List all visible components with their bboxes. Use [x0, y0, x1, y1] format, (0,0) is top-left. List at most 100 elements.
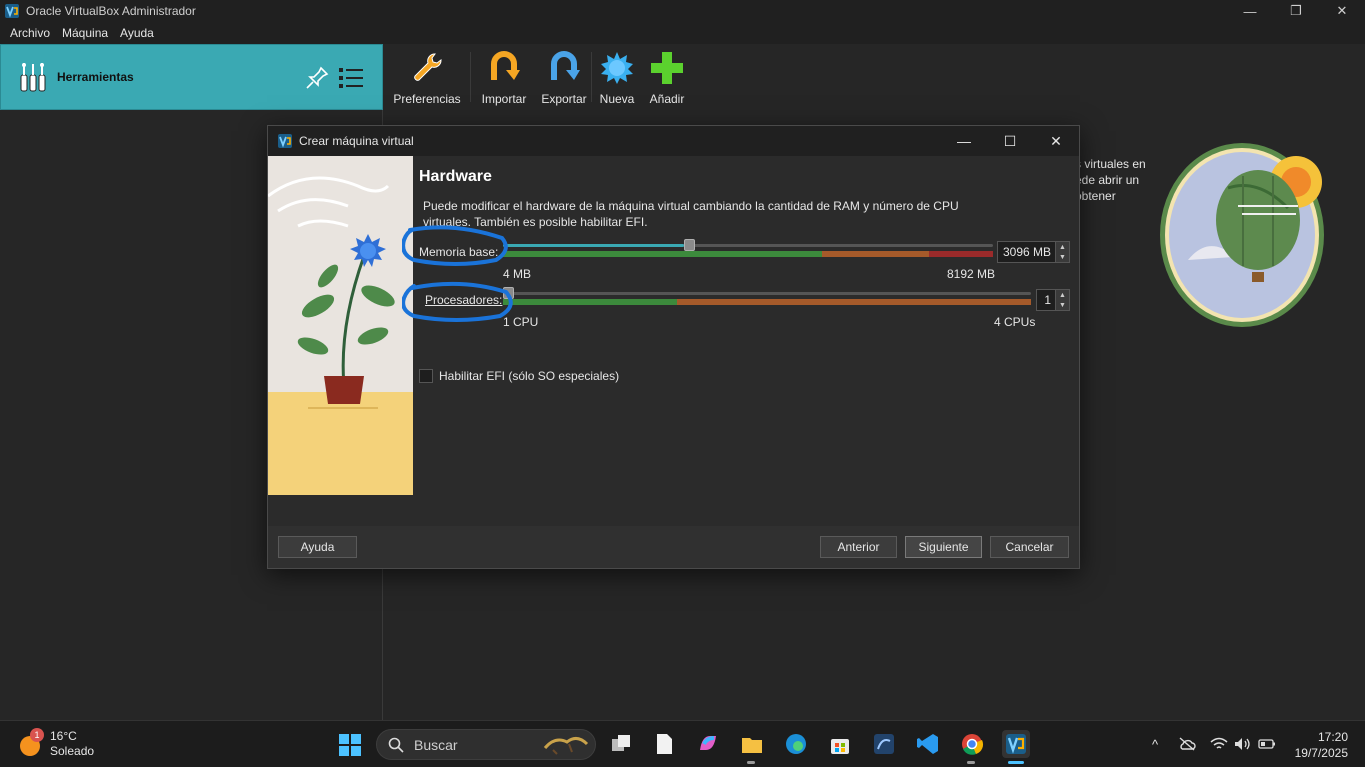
clock-time: 17:20 — [1317, 730, 1348, 744]
memory-slider-fill — [503, 244, 684, 247]
file-explorer-app[interactable] — [738, 730, 766, 758]
onedrive-offline-icon[interactable] — [1177, 734, 1197, 754]
menu-maquina[interactable]: Máquina — [56, 26, 114, 40]
minimize-button[interactable]: — — [1227, 0, 1273, 22]
memory-spin-down[interactable]: ▼ — [1056, 252, 1069, 262]
pin-icon[interactable] — [303, 64, 331, 92]
vscode-app[interactable] — [914, 730, 942, 758]
add-button[interactable]: Añadir — [642, 44, 692, 110]
copilot-icon — [700, 736, 716, 750]
preferences-label: Preferencias — [393, 92, 461, 106]
copilot-app[interactable] — [694, 730, 722, 758]
add-label: Añadir — [649, 92, 685, 106]
edge-icon — [786, 734, 806, 754]
new-star-icon — [601, 52, 633, 84]
efi-checkbox[interactable] — [419, 369, 433, 383]
create-vm-dialog: Crear máquina virtual — ☐ ✕ Hardware Pue… — [267, 125, 1080, 569]
close-button[interactable]: ✕ — [1319, 0, 1365, 22]
taskbar-search[interactable]: Buscar — [376, 729, 596, 760]
export-button[interactable]: Exportar — [537, 44, 591, 110]
virtualbox-icon — [1006, 734, 1026, 754]
new-label: Nueva — [599, 92, 635, 106]
weather-temp: 16°C — [50, 729, 77, 743]
processors-slider-track — [503, 292, 1031, 295]
volume-icon[interactable] — [1233, 734, 1253, 754]
memory-range-red — [929, 251, 993, 257]
tools-icon — [20, 63, 46, 92]
back-button[interactable]: Anterior — [820, 536, 897, 558]
taskbar: 1 16°C Soleado Buscar ^ 17:20 19/7/2025 — [0, 720, 1365, 767]
memory-slider[interactable] — [503, 238, 993, 258]
edge-app[interactable] — [782, 730, 810, 758]
cancel-button[interactable]: Cancelar — [990, 536, 1069, 558]
menu-archivo[interactable]: Archivo — [4, 26, 56, 40]
windows-start-icon[interactable] — [338, 733, 362, 757]
weather-badge: 1 — [30, 728, 44, 742]
dialog-maximize-button[interactable]: ☐ — [987, 126, 1033, 156]
folder-icon — [742, 738, 762, 753]
efi-checkbox-row[interactable]: Habilitar EFI (sólo SO especiales) — [419, 369, 619, 383]
processors-spin-down[interactable]: ▼ — [1056, 300, 1069, 310]
notepad-app[interactable] — [650, 730, 678, 758]
welcome-line: ede abrir un — [1075, 173, 1140, 187]
file-icon — [657, 734, 672, 754]
search-icon — [388, 737, 404, 753]
memory-slider-handle[interactable] — [683, 239, 695, 251]
store-icon — [831, 739, 849, 754]
virtualbox-icon — [278, 134, 292, 148]
new-button[interactable]: Nueva — [592, 44, 642, 110]
help-button[interactable]: Ayuda — [278, 536, 357, 558]
battery-icon[interactable] — [1257, 734, 1277, 754]
import-label: Importar — [481, 92, 527, 106]
processors-slider[interactable] — [503, 286, 1031, 306]
running-indicator — [747, 761, 755, 764]
task-view-icon — [612, 735, 630, 751]
processors-range-green — [503, 299, 678, 305]
memory-spin-arrows[interactable]: ▲ ▼ — [1055, 242, 1069, 262]
store-app[interactable] — [826, 730, 854, 758]
tools-item[interactable]: Herramientas — [0, 44, 383, 110]
chrome-icon — [962, 734, 984, 755]
active-indicator — [1008, 761, 1024, 764]
main-toolbar: Preferencias Importar Exportar Nueva Aña… — [384, 44, 692, 110]
processors-range-bar — [503, 299, 1031, 305]
processors-spinbox[interactable]: 1 ▲ ▼ — [1036, 289, 1070, 311]
task-view-button[interactable] — [607, 730, 635, 758]
processors-spin-arrows[interactable]: ▲ ▼ — [1055, 290, 1069, 310]
import-button[interactable]: Importar — [471, 44, 537, 110]
processors-spin-up[interactable]: ▲ — [1056, 290, 1069, 300]
clock-date: 19/7/2025 — [1294, 746, 1348, 760]
search-placeholder: Buscar — [414, 736, 458, 753]
wifi-icon[interactable] — [1209, 734, 1229, 754]
dialog-heading: Hardware — [419, 168, 492, 185]
dialog-close-button[interactable]: ✕ — [1033, 126, 1079, 156]
memory-value[interactable]: 3096 MB — [998, 245, 1055, 259]
window-title: Oracle VirtualBox Administrador — [26, 4, 196, 18]
tray-overflow-icon[interactable]: ^ — [1145, 734, 1165, 754]
maximize-button[interactable]: ❐ — [1273, 0, 1319, 22]
memory-spin-up[interactable]: ▲ — [1056, 242, 1069, 252]
chrome-app[interactable] — [958, 730, 986, 758]
dialog-footer: Ayuda Anterior Siguiente Cancelar — [268, 526, 1079, 568]
efi-label: Habilitar EFI (sólo SO especiales) — [439, 369, 620, 383]
tools-label: Herramientas — [57, 70, 134, 84]
system-clock[interactable]: 17:20 19/7/2025 — [1295, 729, 1348, 761]
list-menu-icon[interactable] — [337, 65, 365, 91]
virtualbox-app[interactable] — [1002, 730, 1030, 758]
weather-sun-icon: 1 — [18, 728, 44, 756]
mysql-workbench-app[interactable] — [870, 730, 898, 758]
window-titlebar: Oracle VirtualBox Administrador — ❐ ✕ — [0, 0, 1365, 22]
virtualbox-icon — [5, 4, 19, 18]
weather-desc: Soleado — [50, 744, 95, 758]
dialog-minimize-button[interactable]: — — [941, 126, 987, 156]
weather-widget[interactable]: 1 16°C Soleado — [18, 728, 95, 759]
next-button[interactable]: Siguiente — [905, 536, 982, 558]
memory-spinbox[interactable]: 3096 MB ▲ ▼ — [997, 241, 1070, 263]
processors-value[interactable]: 1 — [1037, 293, 1055, 307]
welcome-line: obtener — [1075, 189, 1116, 203]
import-arrow-icon — [491, 51, 520, 80]
preferences-button[interactable]: Preferencias — [384, 44, 470, 110]
menu-ayuda[interactable]: Ayuda — [114, 26, 160, 40]
memory-max-label: 8192 MB — [947, 267, 996, 281]
mysql-workbench-icon — [874, 734, 894, 754]
